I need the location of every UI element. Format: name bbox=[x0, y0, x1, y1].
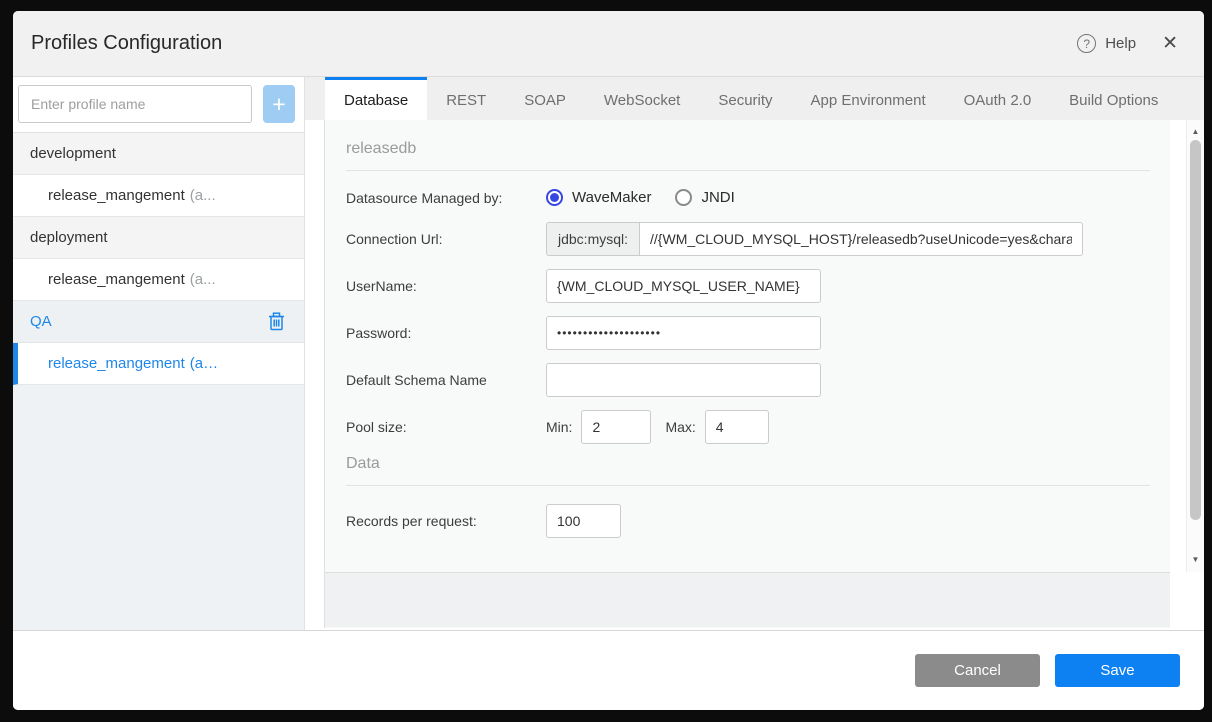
dialog-footer: Cancel Save bbox=[13, 630, 1204, 710]
close-icon[interactable]: ✕ bbox=[1162, 34, 1178, 53]
panel-footer-strip bbox=[325, 572, 1170, 627]
profile-label: deployment bbox=[30, 229, 108, 246]
dialog-title: Profiles Configuration bbox=[31, 32, 223, 54]
delete-profile-icon[interactable] bbox=[268, 312, 285, 331]
radio-unselected-icon bbox=[675, 189, 693, 206]
pool-max-input[interactable] bbox=[704, 410, 769, 444]
profile-list: development release_mangement (a... depl… bbox=[13, 133, 304, 385]
radio-option-wavemaker[interactable]: WaveMaker bbox=[546, 189, 651, 206]
database-label-suffix: (a... bbox=[189, 271, 216, 288]
save-button[interactable]: Save bbox=[1055, 654, 1180, 687]
password-input[interactable] bbox=[546, 316, 821, 350]
scrollbar-thumb[interactable] bbox=[1190, 140, 1201, 520]
tab-app-environment[interactable]: App Environment bbox=[792, 77, 945, 120]
username-input[interactable] bbox=[546, 269, 821, 303]
pool-size-label: Pool size: bbox=[346, 419, 407, 435]
help-label: Help bbox=[1105, 35, 1137, 52]
connection-url-group: jdbc:mysql: bbox=[546, 222, 1084, 256]
username-row: UserName: bbox=[346, 269, 1150, 303]
tab-websocket[interactable]: WebSocket bbox=[585, 77, 699, 120]
radio-option-jndi[interactable]: JNDI bbox=[675, 189, 735, 206]
database-settings-panel: releasedb Datasource Managed by: WaveMak… bbox=[324, 120, 1170, 628]
database-label-suffix: (a… bbox=[189, 355, 219, 372]
sidebar-item-deployment[interactable]: deployment bbox=[13, 217, 304, 259]
sidebar-item-release-mangement-1[interactable]: release_mangement (a... bbox=[13, 175, 304, 217]
section-divider bbox=[346, 170, 1150, 171]
section-divider bbox=[346, 485, 1150, 486]
sidebar-item-release-mangement-3-selected[interactable]: release_mangement (a… bbox=[13, 343, 304, 385]
tab-database[interactable]: Database bbox=[325, 77, 428, 120]
profiles-sidebar: + development release_mangement (a... de… bbox=[13, 77, 305, 630]
profile-label: QA bbox=[30, 313, 52, 330]
datasource-row: Datasource Managed by: WaveMaker JNDI bbox=[346, 189, 1150, 206]
scroll-down-icon[interactable]: ▼ bbox=[1187, 555, 1204, 564]
database-label: release_mangement bbox=[48, 187, 185, 204]
schema-row: Default Schema Name bbox=[346, 363, 1150, 397]
records-row: Records per request: bbox=[346, 504, 1150, 538]
profile-content: Database REST SOAP WebSocket Security Ap… bbox=[305, 77, 1204, 630]
jdbc-prefix-addon: jdbc:mysql: bbox=[546, 222, 640, 256]
password-label: Password: bbox=[346, 325, 412, 341]
pool-size-row: Pool size: Min: Max: bbox=[346, 410, 1150, 444]
database-label-suffix: (a... bbox=[189, 187, 216, 204]
schema-label: Default Schema Name bbox=[346, 372, 487, 388]
connection-url-input[interactable] bbox=[639, 222, 1084, 256]
tab-oauth[interactable]: OAuth 2.0 bbox=[945, 77, 1051, 120]
dialog-header: Profiles Configuration ? Help ✕ bbox=[13, 11, 1204, 77]
username-label: UserName: bbox=[346, 278, 417, 294]
dialog-body: + development release_mangement (a... de… bbox=[13, 77, 1204, 630]
password-row: Password: bbox=[346, 316, 1150, 350]
add-profile-button[interactable]: + bbox=[263, 85, 295, 123]
tab-content: releasedb Datasource Managed by: WaveMak… bbox=[305, 120, 1204, 630]
data-section-title: Data bbox=[346, 455, 380, 472]
profiles-configuration-dialog: Profiles Configuration ? Help ✕ + develo… bbox=[13, 11, 1204, 710]
profile-tabs: Database REST SOAP WebSocket Security Ap… bbox=[305, 77, 1204, 120]
tab-soap[interactable]: SOAP bbox=[505, 77, 585, 120]
profile-label: development bbox=[30, 145, 116, 162]
pool-min-input[interactable] bbox=[581, 410, 652, 444]
database-label: release_mangement bbox=[48, 271, 185, 288]
radio-selected-icon bbox=[546, 189, 563, 206]
profile-name-input[interactable] bbox=[18, 85, 252, 123]
content-scrollbar[interactable]: ▲ ▼ bbox=[1186, 120, 1204, 572]
database-label: release_mangement bbox=[48, 355, 185, 372]
tab-security[interactable]: Security bbox=[699, 77, 791, 120]
sidebar-item-development[interactable]: development bbox=[13, 133, 304, 175]
datasource-label: Datasource Managed by: bbox=[346, 189, 503, 206]
pool-max-label: Max: bbox=[665, 419, 696, 435]
datasource-radio-group: WaveMaker JNDI bbox=[546, 189, 735, 206]
header-actions: ? Help ✕ bbox=[1077, 34, 1178, 53]
connection-url-label: Connection Url: bbox=[346, 231, 443, 247]
database-section-title: releasedb bbox=[346, 140, 417, 157]
help-circle-icon: ? bbox=[1077, 34, 1097, 53]
schema-input[interactable] bbox=[546, 363, 821, 397]
profile-create-bar: + bbox=[13, 77, 304, 133]
connection-url-row: Connection Url: jdbc:mysql: bbox=[346, 222, 1150, 256]
sidebar-item-qa[interactable]: QA bbox=[13, 301, 304, 343]
records-input[interactable] bbox=[546, 504, 621, 538]
tab-rest[interactable]: REST bbox=[427, 77, 505, 120]
scroll-up-icon[interactable]: ▲ bbox=[1187, 127, 1204, 136]
radio-label: JNDI bbox=[701, 189, 735, 206]
sidebar-item-release-mangement-2[interactable]: release_mangement (a... bbox=[13, 259, 304, 301]
database-settings-form: releasedb Datasource Managed by: WaveMak… bbox=[325, 120, 1170, 572]
help-button[interactable]: ? Help bbox=[1077, 34, 1136, 53]
pool-min-label: Min: bbox=[546, 419, 573, 435]
cancel-button[interactable]: Cancel bbox=[915, 654, 1040, 687]
tab-build-options[interactable]: Build Options bbox=[1050, 77, 1177, 120]
records-label: Records per request: bbox=[346, 513, 477, 529]
radio-label: WaveMaker bbox=[572, 189, 652, 206]
